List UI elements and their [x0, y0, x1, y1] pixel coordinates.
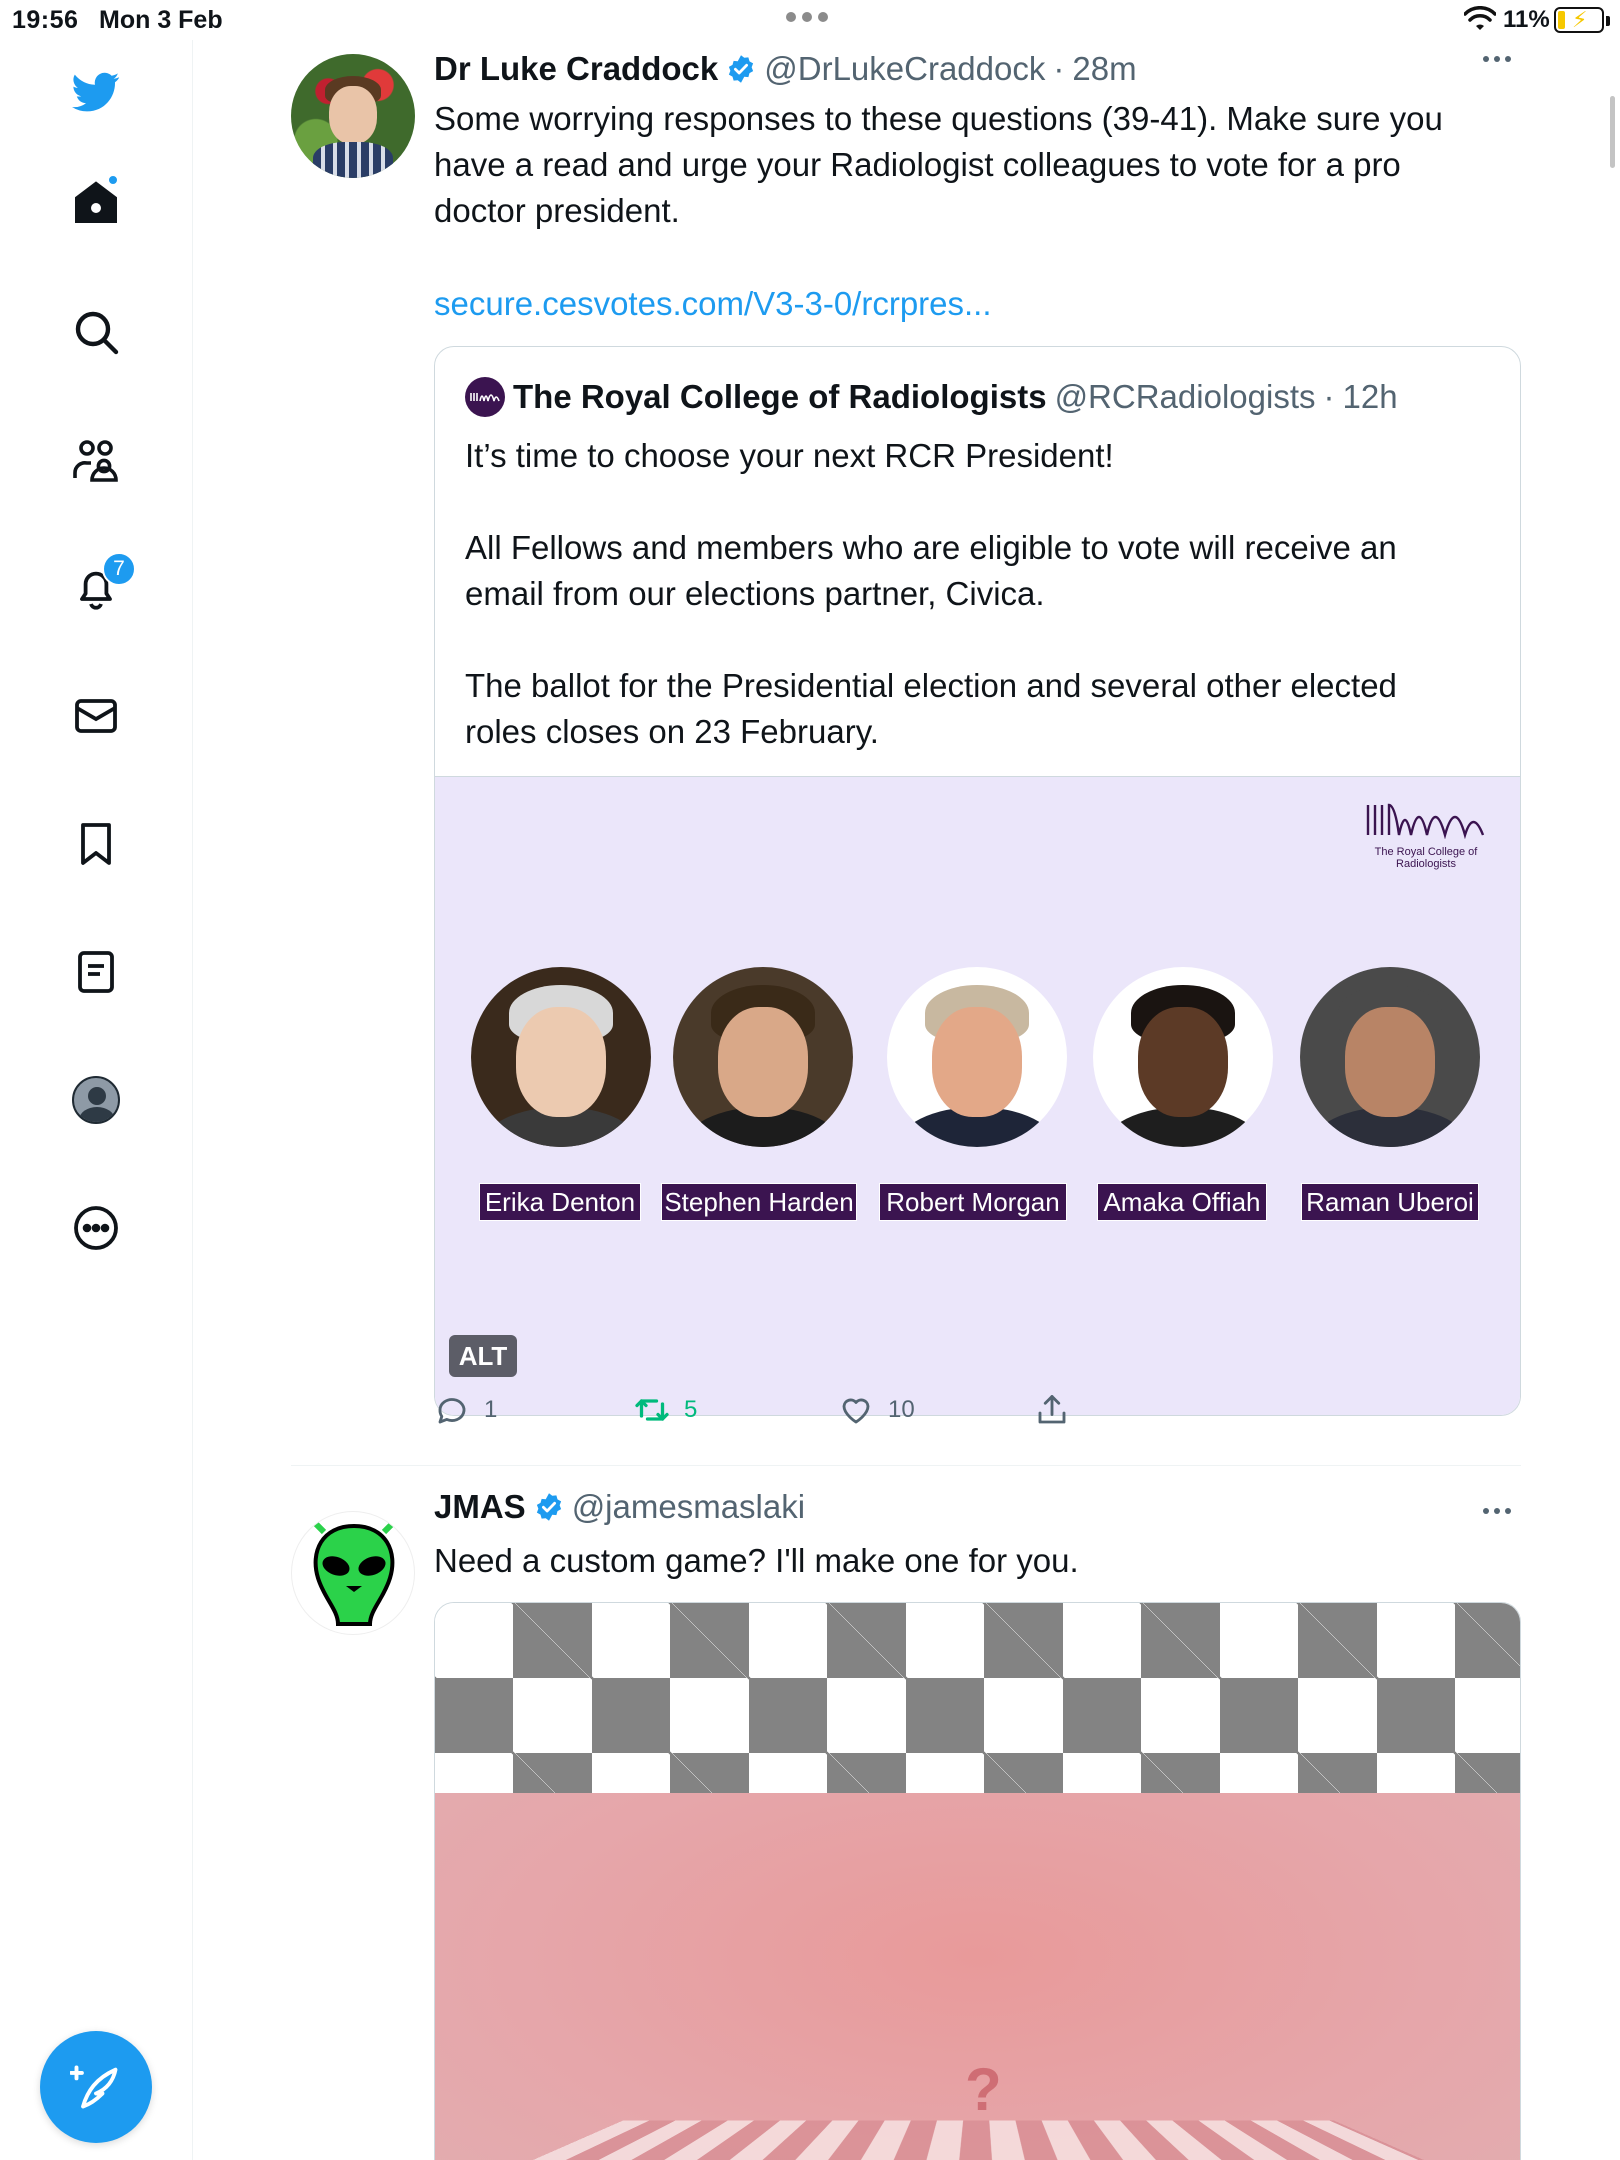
tweet-text-line: have a read and urge your Radiologist co…: [434, 146, 1401, 183]
quoted-text-line: It’s time to choose your next RCR Presid…: [465, 437, 1114, 474]
battery-icon: ⚡: [1554, 7, 1610, 33]
tweet-header: Dr Luke Craddock @DrLukeCraddock · 28m: [434, 50, 1137, 88]
red-game-scene: ?: [435, 1793, 1520, 2160]
rcr-logo-caption: The Royal College of Radiologists: [1374, 846, 1478, 870]
tweet-text-line: doctor president.: [434, 192, 680, 229]
candidate-name-tag: Amaka Offiah: [1097, 1183, 1267, 1221]
battery-percent: 11%: [1503, 6, 1550, 33]
candidate-name-tag: Robert Morgan: [879, 1183, 1067, 1221]
tweet-more-options-icon[interactable]: [1483, 56, 1511, 62]
tweet-actions: 1 5 10: [434, 1392, 1134, 1436]
rcr-wave-logo-icon: [1366, 803, 1485, 840]
author-avatar[interactable]: [291, 54, 415, 178]
reply-button[interactable]: 1: [434, 1392, 497, 1428]
like-button[interactable]: 10: [838, 1392, 915, 1428]
candidate-name-tag: Erika Denton: [479, 1183, 641, 1221]
reply-count: 1: [484, 1396, 498, 1423]
notifications-badge: 7: [102, 552, 136, 586]
communities-icon[interactable]: [66, 430, 126, 490]
quoted-tweet-header: The Royal College of Radiologists @RCRad…: [465, 377, 1398, 417]
reply-icon: [438, 1398, 466, 1424]
heart-icon: [842, 1398, 870, 1424]
quoted-author-name[interactable]: The Royal College of Radiologists: [513, 378, 1047, 416]
candidate-name-tag: Raman Uberoi: [1301, 1183, 1479, 1221]
home-unread-dot: [107, 174, 119, 186]
quoted-text-line: All Fellows and members who are eligible…: [465, 529, 1397, 566]
retweet-button[interactable]: 5: [634, 1392, 697, 1428]
candidate-photo: [471, 967, 651, 1147]
twitter-bird-icon[interactable]: [66, 62, 126, 122]
quoted-tweet-image[interactable]: The Royal College of Radiologists Erika …: [435, 776, 1520, 1415]
like-count: 10: [888, 1396, 915, 1423]
tweet-text-line: Some worrying responses to these questio…: [434, 100, 1443, 137]
verified-badge-icon: [536, 1493, 561, 1521]
status-bar: 19:56 Mon 3 Feb 11% ⚡: [0, 0, 1620, 40]
scroll-indicator[interactable]: [1610, 96, 1615, 168]
tweet-text: Some worrying responses to these questio…: [434, 96, 1443, 234]
multitasking-dots-icon[interactable]: [786, 12, 834, 26]
tweet[interactable]: JMAS @jamesmaslaki Need a custom game? I…: [291, 1466, 1521, 2160]
retweet-count: 5: [684, 1396, 698, 1423]
separator-dot: ·: [1323, 378, 1335, 415]
question-mark-icon: ?: [965, 2056, 1002, 2123]
tweet-time[interactable]: 28m: [1072, 50, 1136, 88]
search-icon[interactable]: [66, 302, 126, 362]
sidebar-nav: 7: [0, 40, 193, 2160]
author-avatar[interactable]: [291, 1511, 415, 1635]
compose-tweet-icon: [70, 2065, 118, 2109]
more-icon[interactable]: [66, 1198, 126, 1258]
quoted-author-handle[interactable]: @RCRadiologists: [1055, 378, 1316, 416]
profile-avatar-icon[interactable]: [66, 1070, 126, 1130]
candidate-photo: [1093, 967, 1273, 1147]
quoted-text-line: email from our elections partner, Civica…: [465, 575, 1045, 612]
wifi-icon: [1464, 6, 1496, 30]
notifications-icon[interactable]: 7: [66, 552, 136, 618]
messages-icon[interactable]: [66, 686, 126, 746]
quoted-tweet-card[interactable]: The Royal College of Radiologists @RCRad…: [434, 346, 1521, 1416]
author-name[interactable]: Dr Luke Craddock: [434, 50, 718, 88]
tweet-more-options-icon[interactable]: [1483, 1508, 1511, 1514]
share-icon: [1038, 1395, 1066, 1424]
quoted-tweet-text: It’s time to choose your next RCR Presid…: [465, 433, 1485, 755]
candidate-photo: [1300, 967, 1480, 1147]
author-handle[interactable]: @DrLukeCraddock: [764, 50, 1045, 88]
status-date: Mon 3 Feb: [99, 6, 223, 34]
candidate-name-tag: Stephen Harden: [661, 1183, 857, 1221]
candidate-photo: [887, 967, 1067, 1147]
retweet-icon: [635, 1399, 669, 1421]
separator-dot: ·: [1053, 50, 1065, 87]
author-handle[interactable]: @jamesmaslaki: [572, 1488, 805, 1526]
quoted-text-line: The ballot for the Presidential election…: [465, 667, 1397, 704]
rcr-avatar-icon[interactable]: [465, 377, 505, 417]
alt-text-button[interactable]: ALT: [449, 1335, 517, 1377]
checkerboard-pattern: [435, 1603, 1520, 1793]
tweet[interactable]: Dr Luke Craddock @DrLukeCraddock · 28m S…: [291, 40, 1521, 1466]
tweet-header: JMAS @jamesmaslaki: [434, 1488, 805, 1526]
tweet-text: Need a custom game? I'll make one for yo…: [434, 1542, 1079, 1579]
tweet-image[interactable]: ?: [434, 1602, 1521, 2160]
share-button[interactable]: [1034, 1392, 1070, 1428]
bookmarks-icon[interactable]: [66, 814, 126, 874]
compose-tweet-button[interactable]: [40, 2031, 152, 2143]
alien-avatar-icon: [303, 1513, 405, 1626]
verified-badge-icon: [729, 55, 754, 83]
rcr-logo: The Royal College of Radiologists: [1346, 799, 1506, 870]
quoted-text-line: roles closes on 23 February.: [465, 713, 879, 750]
candidate-photo: [673, 967, 853, 1147]
lists-icon[interactable]: [66, 942, 126, 1002]
author-name[interactable]: JMAS: [434, 1488, 526, 1526]
status-time: 19:56: [12, 6, 79, 34]
quoted-tweet-time[interactable]: 12h: [1343, 378, 1398, 416]
tweet-link[interactable]: secure.cesvotes.com/V3-3-0/rcrpres...: [434, 285, 992, 323]
home-icon[interactable]: [66, 172, 126, 232]
